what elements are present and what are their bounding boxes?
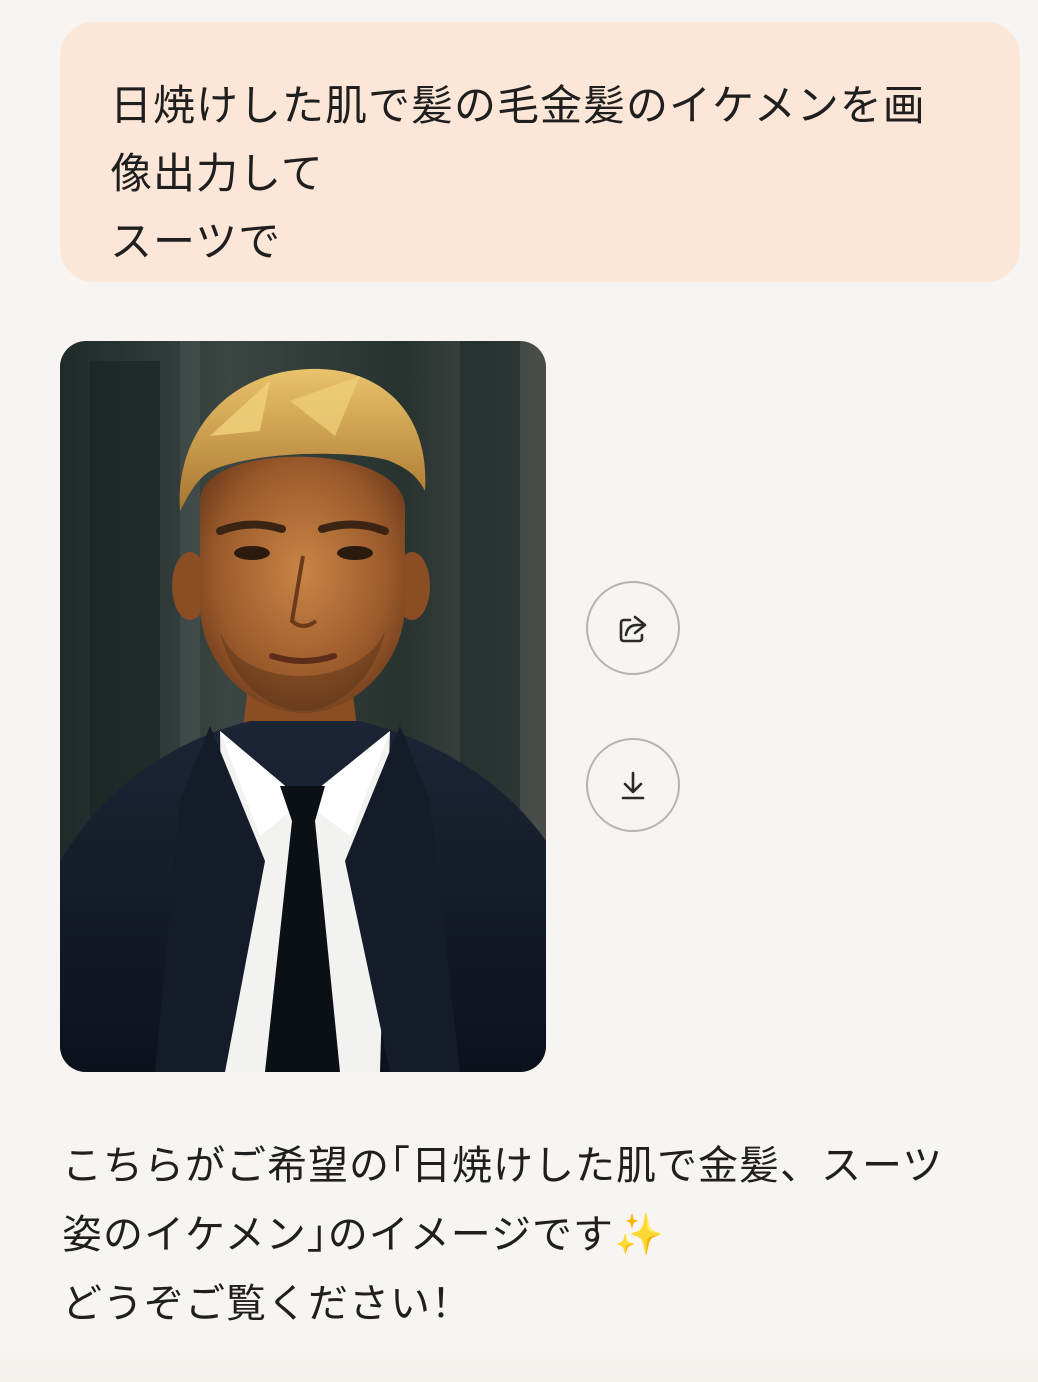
- assistant-reply-line-2: 姿のイケメン｣のイメージです✨: [62, 1201, 1022, 1270]
- user-message-line-1: 日焼けした肌で髪の毛金髪のイケメンを画: [110, 81, 926, 130]
- share-icon: [619, 615, 647, 643]
- assistant-reply-line-1: こちらがご希望の｢日焼けした肌で金髪、スーツ: [62, 1143, 944, 1189]
- download-button[interactable]: [586, 738, 680, 832]
- user-message-line-3: スーツで: [110, 217, 282, 266]
- user-message-bubble: 日焼けした肌で髪の毛金髪のイケメンを画 像出力して スーツで: [60, 22, 1020, 282]
- share-button[interactable]: [586, 581, 680, 675]
- sparkles-icon: ✨: [614, 1212, 665, 1258]
- bottom-fade: [0, 1350, 1038, 1382]
- download-icon: [621, 771, 645, 800]
- assistant-reply-line-3: どうぞご覧ください！: [62, 1281, 472, 1327]
- assistant-reply-line-2-text: 姿のイケメン｣のイメージです: [62, 1212, 614, 1258]
- assistant-reply: こちらがご希望の｢日焼けした肌で金髪、スーツ 姿のイケメン｣のイメージです✨ ど…: [62, 1132, 1022, 1339]
- generated-image[interactable]: [60, 341, 546, 1072]
- user-message-line-2: 像出力して: [110, 149, 324, 198]
- chat-thread: 日焼けした肌で髪の毛金髪のイケメンを画 像出力して スーツで こちらがご希望の｢…: [0, 0, 1038, 1382]
